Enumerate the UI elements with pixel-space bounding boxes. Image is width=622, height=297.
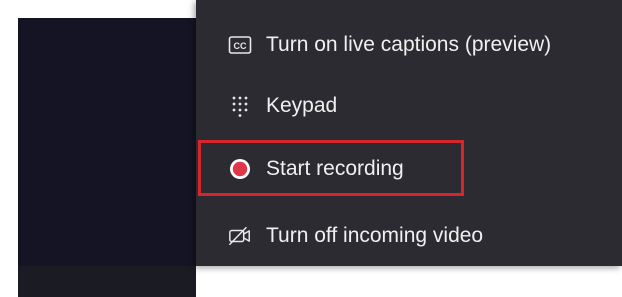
menu-item-keypad[interactable]: Keypad	[196, 78, 622, 134]
menu-item-label: Turn on live captions (preview)	[266, 33, 552, 56]
record-icon	[228, 157, 252, 181]
more-actions-menu: CC Turn on live captions (preview) Keypa…	[196, 0, 622, 266]
menu-item-label: Keypad	[266, 94, 338, 117]
screenshot-stage: CC Turn on live captions (preview) Keypa…	[0, 0, 622, 297]
menu-item-start-recording[interactable]: Start recording	[196, 141, 622, 197]
video-backdrop	[18, 18, 202, 266]
menu-item-live-captions[interactable]: CC Turn on live captions (preview)	[196, 17, 622, 73]
closed-captions-icon: CC	[228, 33, 252, 57]
video-off-icon	[228, 224, 252, 248]
menu-item-turn-off-incoming-video[interactable]: Turn off incoming video	[196, 208, 622, 264]
bottom-dark-bar	[18, 266, 196, 297]
menu-item-label: Turn off incoming video	[266, 224, 484, 247]
bottom-strip	[0, 266, 622, 297]
svg-text:CC: CC	[234, 41, 247, 51]
dialpad-icon	[228, 94, 252, 118]
menu-item-label: Start recording	[266, 157, 404, 180]
